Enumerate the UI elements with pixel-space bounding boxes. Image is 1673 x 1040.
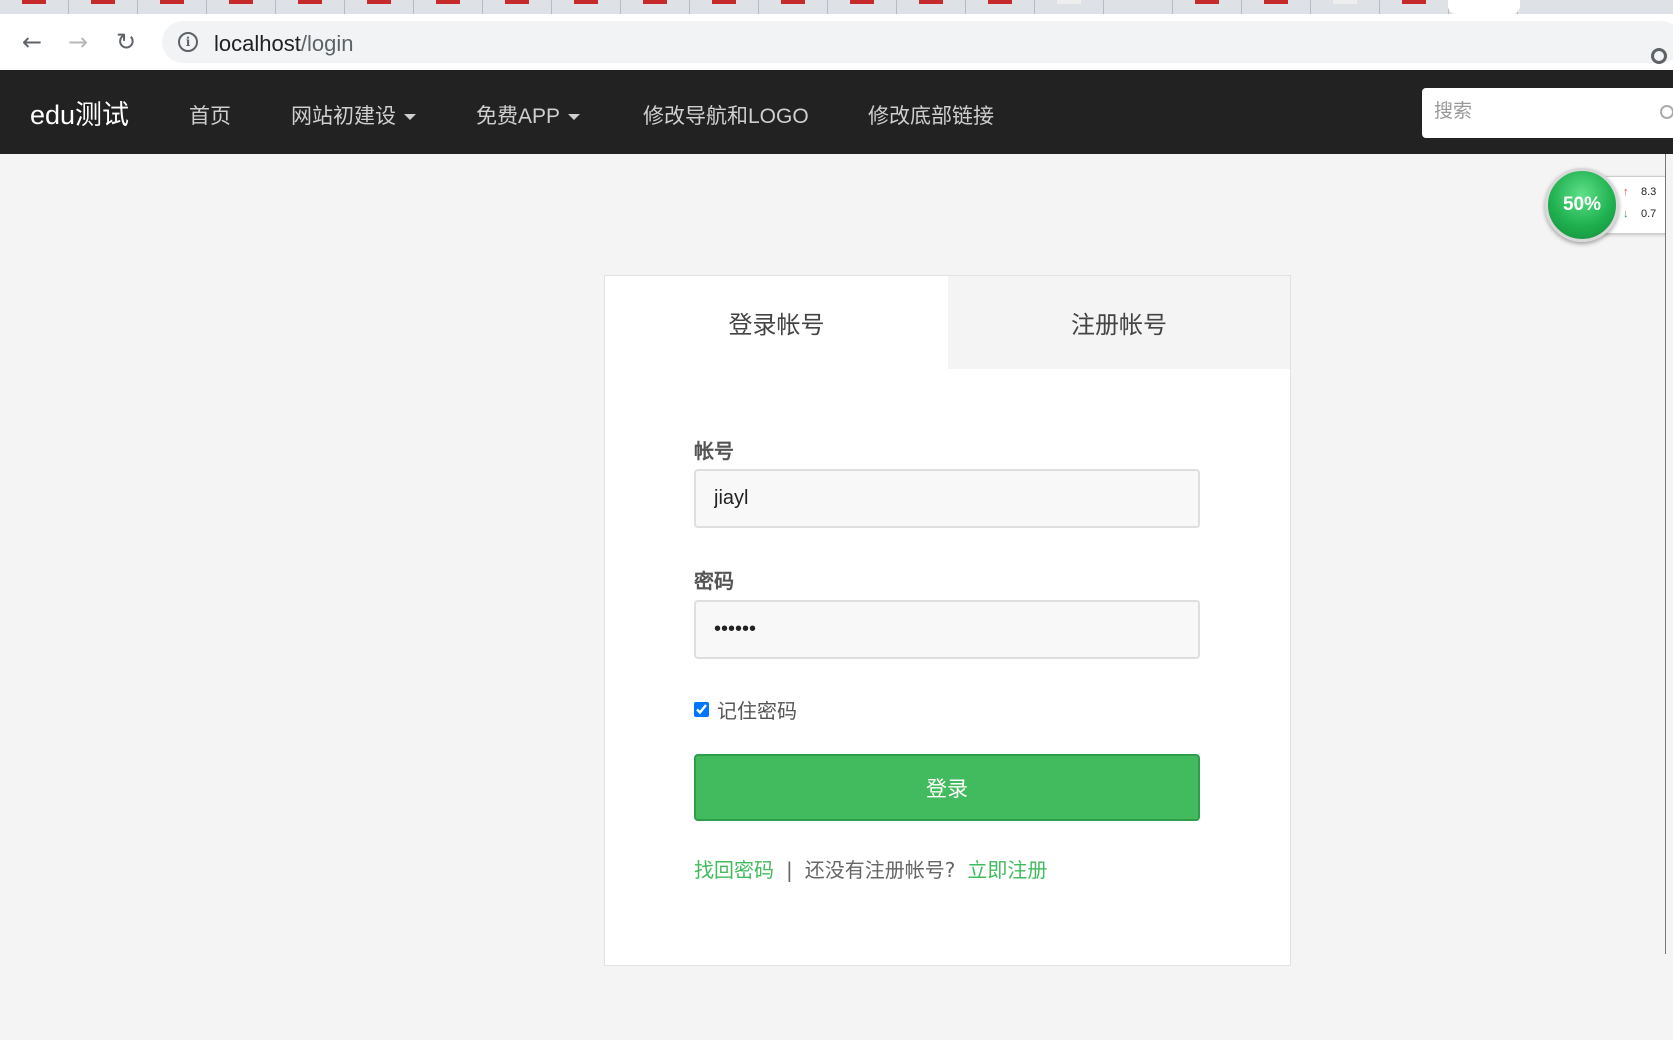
- link-separator: |: [786, 858, 793, 882]
- nav-item-site-setup[interactable]: 网站初建设: [291, 100, 416, 130]
- browser-tab[interactable]: [138, 0, 207, 14]
- nav-item-free-app[interactable]: 免费APP: [476, 100, 581, 130]
- account-label: 帐号: [694, 439, 734, 463]
- caret-down-icon: [404, 114, 416, 121]
- site-navbar: edu测试 首页 网站初建设 免费APP 修改导航和LOGO 修改底部链接: [0, 70, 1673, 154]
- brand-logo[interactable]: edu测试: [30, 93, 129, 132]
- tab-favicon-icon: [919, 0, 943, 4]
- speed-percent-circle[interactable]: 50%: [1545, 168, 1619, 242]
- tab-favicon-icon: [22, 0, 46, 4]
- info-icon[interactable]: i: [178, 32, 198, 52]
- browser-tab[interactable]: [0, 0, 69, 14]
- back-arrow-icon[interactable]: ←: [16, 26, 48, 58]
- browser-toolbar: ← → ↻ i localhost/login: [0, 14, 1673, 70]
- tab-favicon-icon: [643, 0, 667, 4]
- tab-favicon-icon: [1402, 0, 1426, 4]
- login-button[interactable]: 登录: [694, 754, 1200, 821]
- nav-item-label: 免费APP: [476, 105, 561, 128]
- forgot-password-link[interactable]: 找回密码: [694, 858, 774, 882]
- login-tabs: 登录帐号 注册帐号: [605, 276, 1290, 369]
- remember-checkbox[interactable]: [694, 702, 709, 717]
- reload-icon[interactable]: ↻: [110, 26, 142, 58]
- remember-password[interactable]: 记住密码: [694, 695, 797, 724]
- tab-favicon-icon: [367, 0, 391, 4]
- browser-tab[interactable]: [345, 0, 414, 14]
- tab-login[interactable]: 登录帐号: [605, 276, 948, 369]
- up-arrow-icon: ↑: [1623, 186, 1629, 198]
- browser-tab[interactable]: [1380, 0, 1449, 14]
- browser-tab[interactable]: [1104, 0, 1173, 14]
- tab-favicon-icon: [574, 0, 598, 4]
- search-icon[interactable]: [1660, 105, 1673, 119]
- url-host: localhost: [214, 31, 301, 56]
- url-text[interactable]: localhost/login: [214, 31, 353, 57]
- url-path: /login: [300, 31, 354, 56]
- tab-favicon-icon: [298, 0, 322, 4]
- browser-tab[interactable]: [276, 0, 345, 14]
- tab-favicon-icon: [160, 0, 184, 4]
- nav-item-home[interactable]: 首页: [189, 100, 231, 130]
- no-account-hint: 还没有注册帐号?: [804, 858, 956, 882]
- forward-arrow-icon[interactable]: →: [62, 26, 94, 58]
- password-label: 密码: [694, 569, 734, 593]
- browser-tab[interactable]: [621, 0, 690, 14]
- browser-tab[interactable]: [828, 0, 897, 14]
- search-box: [1422, 88, 1673, 138]
- browser-tab[interactable]: [690, 0, 759, 14]
- tab-favicon-icon: [505, 0, 529, 4]
- browser-tab[interactable]: [897, 0, 966, 14]
- tab-favicon-icon: [850, 0, 874, 4]
- browser-tab[interactable]: [1035, 0, 1104, 14]
- tab-favicon-icon: [1126, 0, 1150, 4]
- tab-favicon-icon: [1264, 0, 1288, 4]
- down-arrow-icon: ↓: [1623, 208, 1629, 220]
- browser-tab[interactable]: [1242, 0, 1311, 14]
- browser-tab[interactable]: [69, 0, 138, 14]
- nav-item-label: 网站初建设: [291, 105, 396, 128]
- upload-speed: ↑ 8.3: [1623, 186, 1656, 198]
- download-value: 0.7: [1641, 208, 1657, 220]
- tab-favicon-icon: [436, 0, 460, 4]
- browser-tab[interactable]: [1173, 0, 1242, 14]
- login-links: 找回密码 | 还没有注册帐号? 立即注册: [694, 854, 1047, 883]
- login-card: 登录帐号 注册帐号 帐号 密码 记住密码 登录 找回密码 | 还没有注册帐号? 立即注…: [604, 275, 1291, 966]
- browser-tab-active[interactable]: [1448, 0, 1520, 14]
- browser-tab[interactable]: [1311, 0, 1380, 14]
- password-input[interactable]: [694, 600, 1200, 659]
- account-input[interactable]: [694, 469, 1200, 528]
- browser-tab[interactable]: [414, 0, 483, 14]
- browser-tab[interactable]: [552, 0, 621, 14]
- address-bar[interactable]: i localhost/login: [162, 21, 1673, 63]
- tab-favicon-icon: [988, 0, 1012, 4]
- browser-tab[interactable]: [966, 0, 1035, 14]
- nav-item-edit-nav-logo[interactable]: 修改导航和LOGO: [643, 100, 809, 130]
- tab-favicon-icon: [1195, 0, 1219, 4]
- tab-favicon-icon: [1057, 0, 1081, 4]
- tab-register[interactable]: 注册帐号: [948, 276, 1290, 369]
- tab-favicon-icon: [91, 0, 115, 4]
- browser-tab[interactable]: [759, 0, 828, 14]
- browser-tab[interactable]: [207, 0, 276, 14]
- browser-tab[interactable]: [483, 0, 552, 14]
- tab-favicon-icon: [229, 0, 253, 4]
- tab-favicon-icon: [712, 0, 736, 4]
- page-scrollbar[interactable]: [1665, 154, 1673, 954]
- search-input[interactable]: [1422, 88, 1673, 136]
- tab-favicon-icon: [1333, 0, 1357, 4]
- nav-item-edit-footer-links[interactable]: 修改底部链接: [868, 100, 994, 130]
- tab-favicon-icon: [781, 0, 805, 4]
- remember-label: 记住密码: [717, 699, 797, 723]
- download-speed: ↓ 0.7: [1623, 208, 1656, 220]
- key-icon[interactable]: [1651, 48, 1667, 64]
- browser-tab-strip: [0, 0, 1673, 14]
- upload-value: 8.3: [1641, 186, 1657, 198]
- caret-down-icon: [568, 114, 581, 121]
- register-now-link[interactable]: 立即注册: [967, 858, 1047, 882]
- speed-widget[interactable]: 50% ↑ 8.3 ↓ 0.7: [1545, 168, 1673, 242]
